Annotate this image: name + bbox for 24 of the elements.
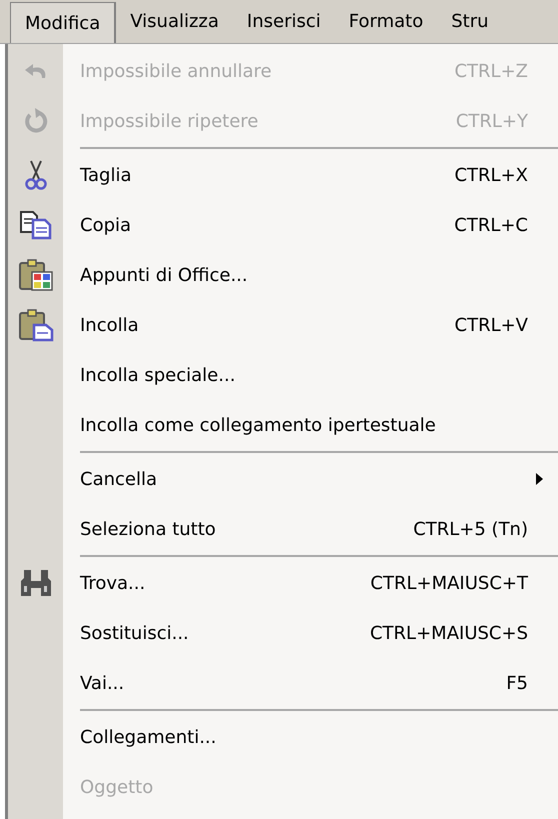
menu-item[interactable]: Incolla CTRL+V — [8, 300, 558, 350]
redo-icon — [22, 107, 48, 135]
undo-icon — [22, 62, 48, 80]
menu-item[interactable]: Incolla come collegamento ipertestuale — [8, 400, 558, 450]
menu-bar-item[interactable]: Modifica — [10, 2, 116, 43]
menu-bar-item[interactable]: Visualizza — [116, 0, 233, 43]
menu-item[interactable]: Collegamenti... — [8, 712, 558, 762]
menu-item[interactable]: Appunti di Office... — [8, 250, 558, 300]
menu-item[interactable]: Seleziona tutto CTRL+5 (Tn) — [8, 504, 558, 554]
menu-item[interactable]: Taglia CTRL+X — [8, 150, 558, 200]
menu-item[interactable]: Cancella — [8, 454, 558, 504]
menu-item[interactable]: Sostituisci... CTRL+MAIUSC+S — [8, 608, 558, 658]
paste-icon — [18, 308, 54, 342]
menu-bar-item[interactable]: Inserisci — [232, 0, 335, 43]
clipboard-icon — [18, 258, 54, 292]
menu-item[interactable]: Vai... F5 — [8, 658, 558, 708]
menu-item[interactable]: Trova... CTRL+MAIUSC+T — [8, 558, 558, 608]
menu-bar-item[interactable]: Stru — [437, 0, 503, 43]
menu-item[interactable]: Incolla speciale... — [8, 350, 558, 400]
scissors-icon — [24, 159, 46, 191]
menu-bar-item[interactable]: Formato — [334, 0, 438, 43]
binoculars-icon — [18, 569, 52, 597]
menu-item[interactable]: Copia CTRL+C — [8, 200, 558, 250]
copy-icon — [18, 210, 52, 240]
